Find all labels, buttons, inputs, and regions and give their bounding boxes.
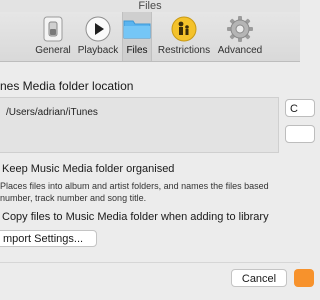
keep-organised-desc-line2: number, track number and song title. xyxy=(0,193,147,203)
media-folder-location-title: nes Media folder location xyxy=(0,79,134,93)
parental-restrictions-icon xyxy=(171,16,197,47)
tab-files-label: Files xyxy=(126,45,148,56)
ok-button[interactable] xyxy=(294,269,314,287)
play-icon xyxy=(85,16,111,47)
tab-advanced-label: Advanced xyxy=(217,45,263,56)
media-folder-path-box xyxy=(0,97,279,153)
reset-folder-button[interactable] xyxy=(285,125,315,143)
tab-restrictions-label: Restrictions xyxy=(157,45,211,56)
tab-playback-label: Playback xyxy=(77,45,119,56)
keep-organised-label: Keep Music Media folder organised xyxy=(2,163,175,175)
tab-files[interactable]: Files xyxy=(122,12,152,61)
cancel-button[interactable]: Cancel xyxy=(231,269,287,287)
folder-icon xyxy=(123,16,151,45)
preferences-toolbar: General Playback Files Restrictions Adva… xyxy=(0,12,300,62)
copy-files-label: Copy files to Music Media folder when ad… xyxy=(2,211,269,223)
tab-general-label: General xyxy=(35,45,71,56)
tab-playback[interactable]: Playback xyxy=(76,12,120,61)
media-folder-path: /Users/adrian/iTunes xyxy=(6,107,98,118)
footer-divider xyxy=(0,262,300,263)
tab-advanced[interactable]: Advanced xyxy=(216,12,264,61)
tab-restrictions[interactable]: Restrictions xyxy=(154,12,214,61)
tab-general[interactable]: General xyxy=(31,12,75,61)
gear-icon xyxy=(227,16,253,47)
import-settings-button[interactable]: mport Settings... xyxy=(0,230,97,247)
keep-organised-desc-line1: Places files into album and artist folde… xyxy=(0,181,269,191)
window-title: Files xyxy=(138,0,162,12)
switch-icon xyxy=(42,16,64,47)
change-folder-button[interactable]: C xyxy=(285,99,315,117)
keep-organised-description: Places files into album and artist folde… xyxy=(0,180,300,204)
